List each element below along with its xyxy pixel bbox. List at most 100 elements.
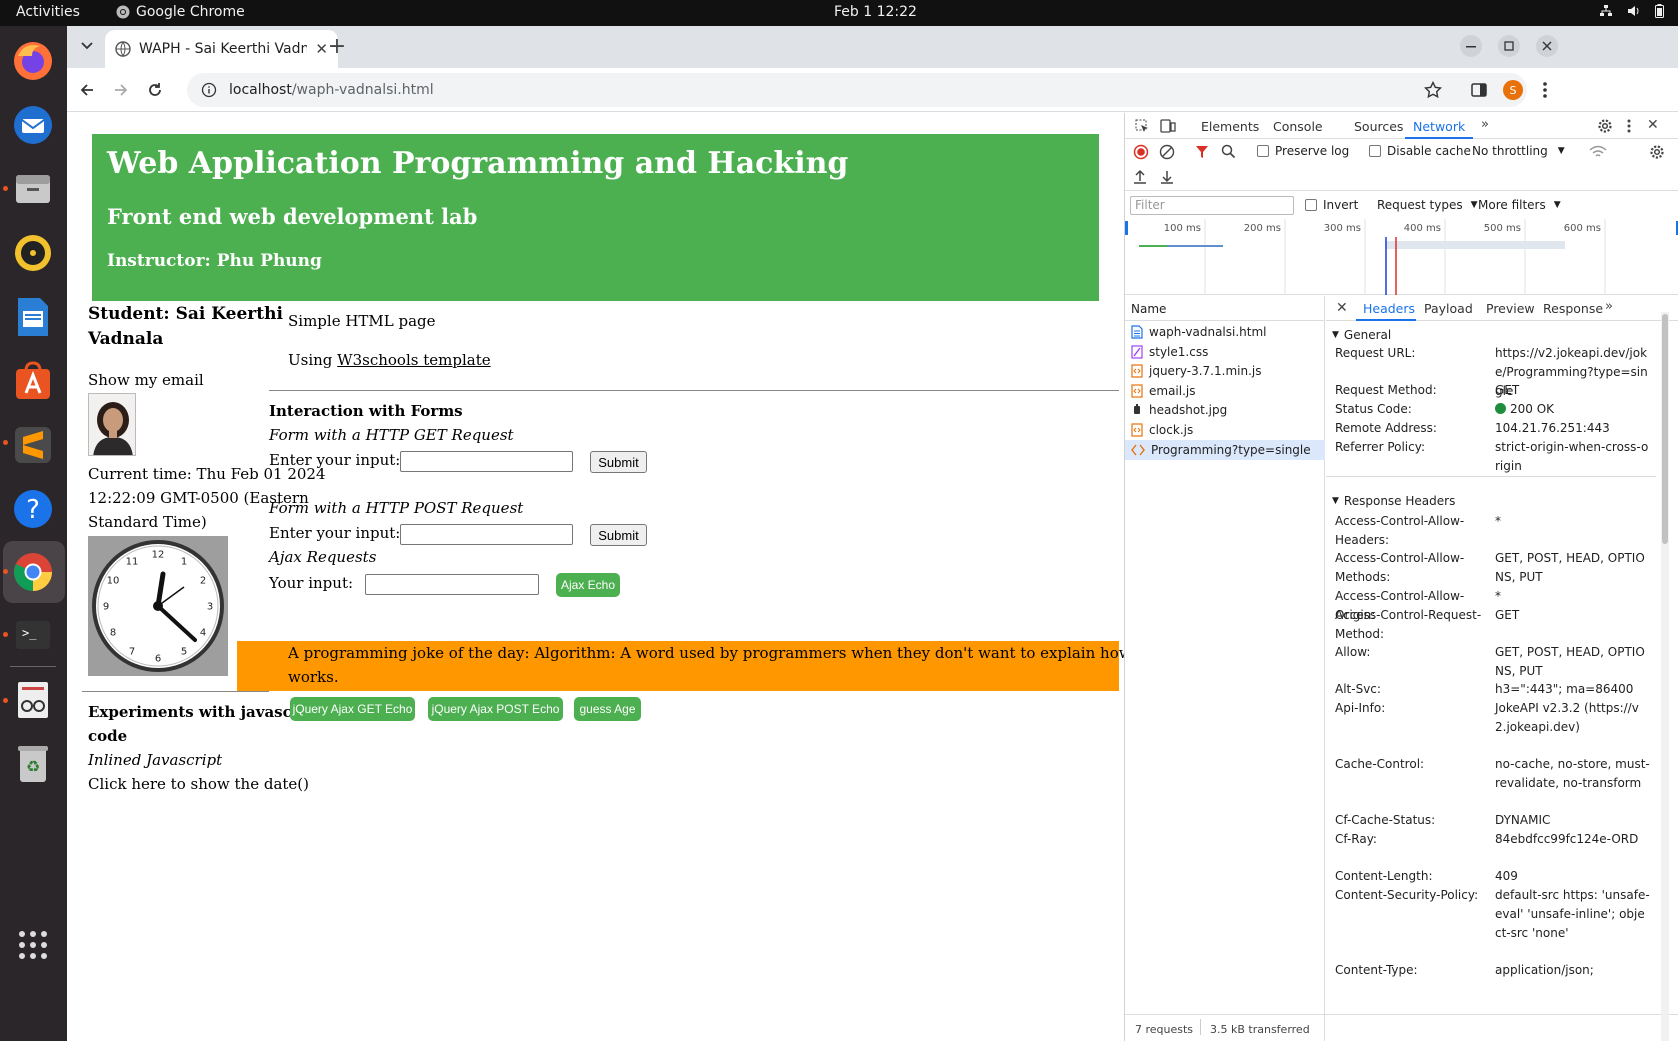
- libreoffice-writer-icon[interactable]: [10, 294, 56, 340]
- request-row[interactable]: headshot.jpg: [1125, 400, 1325, 420]
- site-info-icon[interactable]: [201, 82, 217, 98]
- ajax-input-field[interactable]: [365, 574, 539, 595]
- dropdown-arrow-icon: ▼: [1553, 200, 1561, 210]
- terminal-icon[interactable]: >_: [10, 612, 56, 658]
- show-email-link[interactable]: Show my email: [88, 371, 204, 389]
- tab-search-icon[interactable]: [75, 34, 99, 58]
- tab-network[interactable]: Network: [1413, 119, 1465, 134]
- rhythmbox-icon[interactable]: [10, 230, 56, 276]
- show-applications-icon[interactable]: [10, 922, 56, 968]
- post-submit-button[interactable]: Submit: [590, 524, 647, 546]
- scrollbar-thumb[interactable]: [1662, 314, 1668, 544]
- header-key: Cache-Control:: [1335, 757, 1425, 772]
- help-icon[interactable]: ?: [10, 486, 56, 532]
- disable-cache-checkbox[interactable]: Disable cache: [1369, 144, 1471, 158]
- ajax-echo-button[interactable]: Ajax Echo: [556, 573, 620, 597]
- chrome-menu-icon[interactable]: [1533, 78, 1557, 102]
- bookmark-star-icon[interactable]: [1421, 78, 1445, 102]
- request-row[interactable]: style1.css: [1125, 342, 1325, 362]
- trash-icon[interactable]: ♻: [10, 740, 56, 786]
- jquery-get-echo-button[interactable]: jQuery Ajax GET Echo: [290, 697, 415, 721]
- thunderbird-icon[interactable]: [10, 102, 56, 148]
- invert-checkbox[interactable]: Invert: [1305, 198, 1358, 212]
- tab-headers[interactable]: Headers: [1363, 301, 1415, 316]
- browser-tab[interactable]: WAPH - Sai Keerthi Vadnalsi ✕: [105, 30, 338, 68]
- inspect-element-icon[interactable]: [1135, 119, 1149, 133]
- preserve-log-box[interactable]: [1257, 145, 1269, 157]
- invert-box[interactable]: [1305, 199, 1317, 211]
- tab-payload[interactable]: Payload: [1424, 301, 1473, 316]
- profile-avatar[interactable]: S: [1501, 78, 1525, 102]
- new-tab-button[interactable]: +: [325, 34, 349, 59]
- tab-title: WAPH - Sai Keerthi Vadnalsi: [139, 41, 308, 57]
- request-types-dropdown[interactable]: Request types ▼: [1377, 198, 1478, 212]
- export-har-icon[interactable]: [1160, 169, 1174, 185]
- reload-icon[interactable]: [143, 78, 167, 102]
- device-toolbar-icon[interactable]: [1160, 119, 1176, 133]
- request-row[interactable]: clock.js: [1125, 420, 1325, 440]
- post-input-field[interactable]: [400, 524, 573, 545]
- name-column-header[interactable]: Name: [1131, 302, 1166, 316]
- address-bar[interactable]: localhost/waph-vadnalsi.html: [187, 73, 1527, 107]
- network-conditions-icon[interactable]: [1589, 145, 1607, 159]
- more-filters-dropdown[interactable]: More filters ▼: [1478, 198, 1561, 212]
- request-row[interactable]: Programming?type=single: [1125, 439, 1325, 460]
- window-close-icon[interactable]: [1535, 34, 1559, 58]
- header-key: Allow:: [1335, 644, 1371, 659]
- close-detail-icon[interactable]: ✕: [1336, 300, 1348, 316]
- clear-icon[interactable]: [1159, 144, 1175, 160]
- header-key: Request URL:: [1335, 346, 1416, 360]
- throttling-select[interactable]: No throttling ▼: [1472, 144, 1565, 158]
- header-key: Remote Address:: [1335, 420, 1437, 435]
- firefox-icon[interactable]: [10, 38, 56, 84]
- tab-preview[interactable]: Preview: [1486, 301, 1535, 316]
- more-detail-tabs-icon[interactable]: »: [1605, 299, 1613, 314]
- clock-numeral: 1: [181, 557, 187, 568]
- forward-icon[interactable]: [109, 78, 133, 102]
- system-tray[interactable]: [1599, 4, 1664, 18]
- tab-sources[interactable]: Sources: [1354, 119, 1403, 134]
- record-stop-icon[interactable]: [1133, 144, 1149, 160]
- detail-scrollbar[interactable]: [1661, 312, 1669, 1041]
- preserve-log-checkbox[interactable]: Preserve log: [1257, 144, 1349, 158]
- devtools-menu-icon[interactable]: [1627, 119, 1631, 133]
- request-row[interactable]: jquery-3.7.1.min.js: [1125, 361, 1325, 381]
- app-menu[interactable]: Google Chrome: [116, 4, 245, 20]
- devtools-close-icon[interactable]: ✕: [1647, 117, 1659, 133]
- side-panel-icon[interactable]: [1467, 78, 1491, 102]
- app-center-icon[interactable]: [10, 358, 56, 404]
- network-timeline-overview[interactable]: 100 ms 200 ms 300 ms 400 ms 500 ms 600 ms: [1125, 219, 1678, 295]
- jquery-post-echo-button[interactable]: jQuery Ajax POST Echo: [428, 697, 563, 721]
- system-clock[interactable]: Feb 1 12:22: [834, 4, 917, 20]
- filter-input[interactable]: Filter: [1130, 196, 1294, 215]
- request-row[interactable]: waph-vadnalsi.html: [1125, 322, 1325, 342]
- network-settings-icon[interactable]: [1649, 144, 1665, 160]
- general-section-toggle[interactable]: ▼ General: [1332, 328, 1391, 342]
- search-icon[interactable]: [1221, 144, 1236, 159]
- sublime-text-icon[interactable]: [10, 422, 56, 468]
- guess-age-button[interactable]: guess Age: [574, 697, 641, 721]
- clock-numeral: 9: [103, 602, 109, 613]
- tab-elements[interactable]: Elements: [1201, 119, 1259, 134]
- show-date-link[interactable]: Click here to show the date(): [88, 775, 309, 793]
- get-input-field[interactable]: [400, 451, 573, 472]
- filter-funnel-icon[interactable]: [1195, 145, 1209, 159]
- disable-cache-box[interactable]: [1369, 145, 1381, 157]
- document-viewer-icon[interactable]: [10, 676, 56, 722]
- maximize-icon[interactable]: [1497, 34, 1521, 58]
- minimize-icon[interactable]: [1459, 34, 1483, 58]
- more-tabs-icon[interactable]: »: [1481, 117, 1489, 132]
- settings-gear-icon[interactable]: [1597, 118, 1613, 134]
- tab-console[interactable]: Console: [1273, 119, 1323, 134]
- header-key: Content-Type:: [1335, 962, 1418, 977]
- request-row[interactable]: email.js: [1125, 381, 1325, 401]
- activities-button[interactable]: Activities: [16, 4, 80, 20]
- import-har-icon[interactable]: [1133, 169, 1147, 185]
- get-submit-button[interactable]: Submit: [590, 451, 647, 473]
- w3schools-link[interactable]: W3schools template: [337, 351, 490, 369]
- chrome-dock-icon[interactable]: [10, 549, 56, 595]
- tab-response[interactable]: Response: [1543, 301, 1603, 316]
- back-icon[interactable]: [75, 78, 99, 102]
- files-icon[interactable]: [10, 166, 56, 212]
- response-headers-toggle[interactable]: ▼ Response Headers: [1332, 494, 1455, 508]
